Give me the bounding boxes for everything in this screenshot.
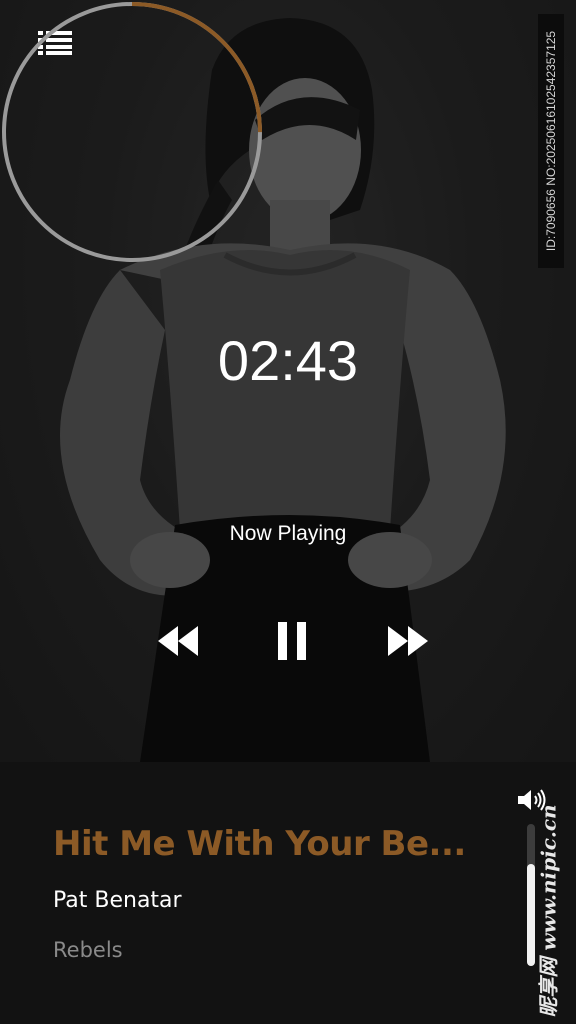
music-player-screen: ID:7090656 NO:20250616102542357125 02:43… bbox=[0, 0, 576, 1024]
elapsed-time: 02:43 bbox=[217, 329, 359, 392]
track-title: Hit Me With Your Be... bbox=[53, 824, 466, 864]
fast-forward-icon bbox=[388, 626, 428, 656]
track-info-panel: Hit Me With Your Be... Pat Benatar Rebel… bbox=[0, 762, 576, 1024]
track-artist: Pat Benatar bbox=[53, 888, 182, 913]
pause-icon bbox=[278, 622, 306, 660]
pause-button[interactable] bbox=[274, 620, 310, 662]
track-album: Rebels bbox=[53, 938, 123, 962]
rewind-button[interactable] bbox=[156, 624, 200, 658]
watermark: 昵享网 www.nipic.cn bbox=[522, 804, 572, 1018]
fast-forward-button[interactable] bbox=[386, 624, 430, 658]
album-art-background: ID:7090656 NO:20250616102542357125 02:43… bbox=[0, 0, 576, 762]
progress-ring[interactable] bbox=[0, 0, 264, 264]
playback-status: Now Playing bbox=[229, 522, 347, 545]
watermark-text: 昵享网 www.nipic.cn bbox=[536, 804, 561, 1018]
rewind-icon bbox=[158, 626, 198, 656]
image-id-text: ID:7090656 NO:20250616102542357125 bbox=[544, 30, 558, 252]
image-id-stamp: ID:7090656 NO:20250616102542357125 bbox=[538, 14, 564, 268]
